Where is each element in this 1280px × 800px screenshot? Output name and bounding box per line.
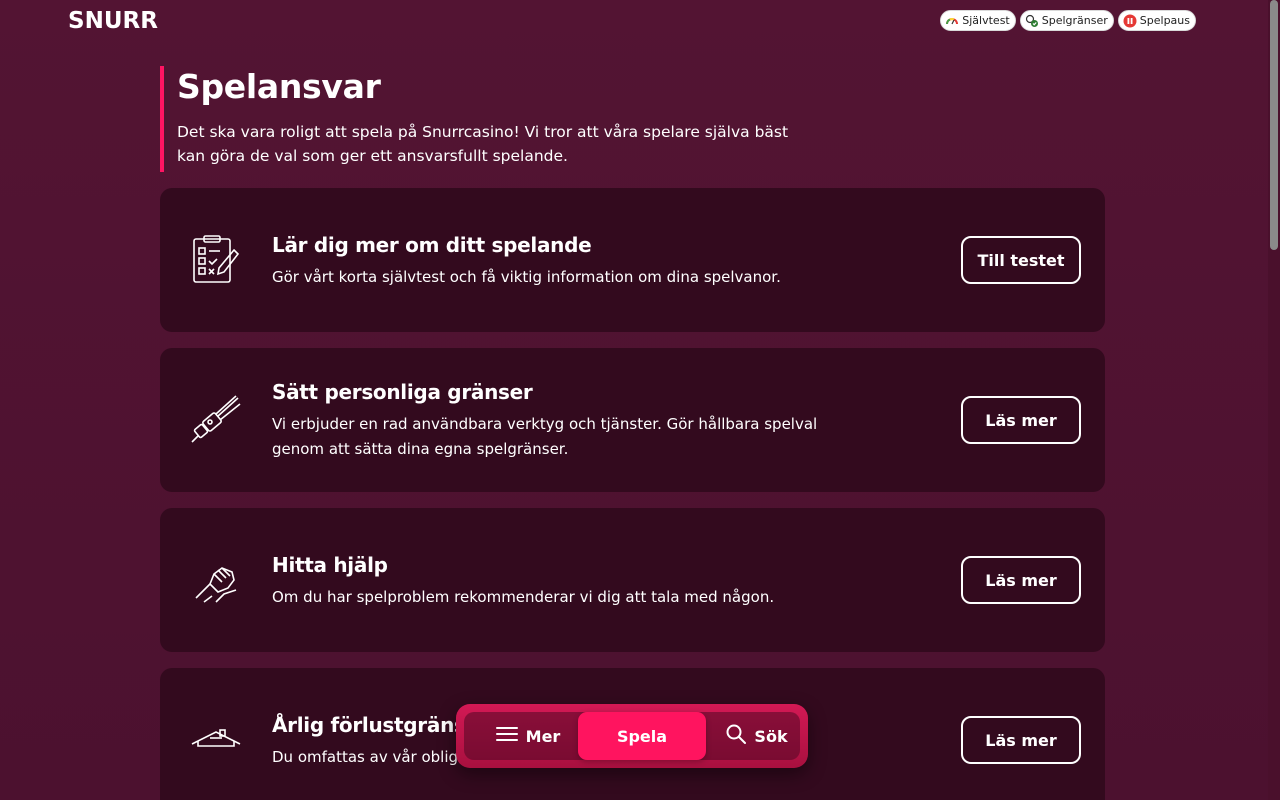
intro-text: Det ska vara roligt att spela på Snurrca… xyxy=(177,123,789,165)
seatbelt-icon xyxy=(190,394,242,446)
card-title: Sätt personliga gränser xyxy=(272,380,533,404)
search-button[interactable]: Sök xyxy=(712,712,802,760)
game-pause-label: Spelpaus xyxy=(1139,14,1190,27)
helping-hands-icon xyxy=(190,554,242,606)
page-title: Spelansvar xyxy=(177,67,381,106)
search-icon xyxy=(726,724,747,748)
card-text: Om du har spelproblem rekommenderar vi d… xyxy=(272,587,775,606)
page: SNURR Självtest Spelgränser Spelpaus Spe… xyxy=(0,0,1280,800)
responsible-gaming-toolbar: Självtest Spelgränser Spelpaus xyxy=(940,10,1196,31)
card-title: Hitta hjälp xyxy=(272,552,388,577)
menu-label: Mer xyxy=(525,726,561,746)
menu-button[interactable]: Mer xyxy=(478,712,578,760)
hamburger-icon xyxy=(495,726,518,746)
checklist-icon xyxy=(190,234,242,286)
self-test-label: Självtest xyxy=(962,14,1010,27)
pause-icon xyxy=(1123,14,1137,28)
card-self-test-body: Lär dig mer om ditt spelande Gör vårt ko… xyxy=(272,231,832,290)
intro-section: Spelansvar Det ska vara roligt att spela… xyxy=(160,66,820,172)
game-limits-pill[interactable]: Spelgränser xyxy=(1019,10,1114,31)
read-more-button[interactable]: Läs mer xyxy=(961,556,1081,604)
card-find-help-body: Hitta hjälp Om du har spelproblem rekomm… xyxy=(272,551,832,610)
logo-text: SNURR xyxy=(68,8,158,32)
card-find-help: Hitta hjälp Om du har spelproblem rekomm… xyxy=(160,508,1105,652)
search-label: Sök xyxy=(754,726,788,746)
snurr-logo-icon: SNURR xyxy=(68,8,158,32)
card-personal-limits: Sätt personliga gränser Vi erbjuder en r… xyxy=(160,348,1105,492)
gauge-icon xyxy=(945,14,959,28)
limits-icon xyxy=(1025,14,1039,28)
card-title: Lär dig mer om ditt spelande xyxy=(272,232,592,257)
card-text: Gör vårt korta självtest och få viktig i… xyxy=(272,267,781,286)
house-icon xyxy=(190,714,242,766)
game-pause-pill[interactable]: Spelpaus xyxy=(1117,10,1196,31)
game-limits-label: Spelgränser xyxy=(1041,14,1108,27)
bottom-navigation-inner: Mer Spela Sök xyxy=(464,712,800,760)
card-text: Vi erbjuder en rad användbara verktyg oc… xyxy=(272,415,818,458)
bottom-navigation: Mer Spela Sök xyxy=(456,704,808,768)
read-more-button[interactable]: Läs mer xyxy=(961,396,1081,444)
card-self-test: Lär dig mer om ditt spelande Gör vårt ko… xyxy=(160,188,1105,332)
self-test-pill[interactable]: Självtest xyxy=(940,10,1016,31)
scrollbar[interactable] xyxy=(1268,0,1280,800)
scrollbar-thumb[interactable] xyxy=(1270,0,1278,250)
play-button[interactable]: Spela xyxy=(578,712,706,760)
snurr-logo[interactable]: SNURR xyxy=(68,8,192,32)
to-test-button[interactable]: Till testet xyxy=(961,236,1081,284)
card-personal-limits-body: Sätt personliga gränser Vi erbjuder en r… xyxy=(272,378,832,462)
read-more-button[interactable]: Läs mer xyxy=(961,716,1081,764)
